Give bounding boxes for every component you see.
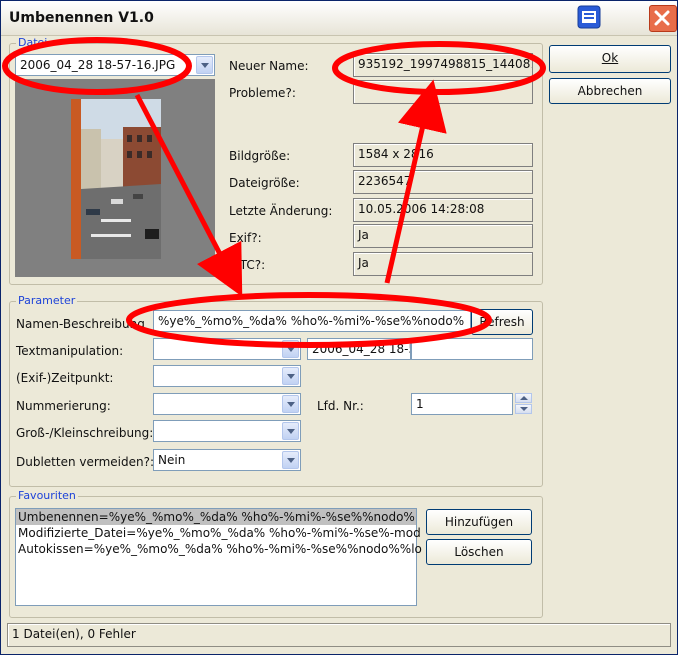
ok-button[interactable]: Ok [549,45,671,73]
zeitpunkt-select[interactable] [153,365,301,387]
file-select[interactable]: 2006_04_28 18-57-16.JPG [15,54,215,76]
bildgroesse-field: 1584 x 2816 [353,143,533,167]
textmanipulation-label: Textmanipulation: [16,344,124,358]
loeschen-button[interactable]: Löschen [426,539,532,565]
iptc-label: IPTC?: [229,258,266,272]
hinzufuegen-button[interactable]: Hinzufügen [426,509,532,535]
dubletten-value: Nein [158,453,186,467]
favourite-item[interactable]: Umbenennen=%ye%_%mo%_%da% %ho%-%mi%-%se%… [16,509,416,525]
spin-down-icon[interactable] [515,404,532,414]
gross-klein-select[interactable] [153,420,301,442]
neuer-name-field: 935192_1997498815_1440816 [353,53,533,77]
exif-field: Ja [353,224,533,248]
letzte-aenderung-label: Letzte Änderung: [229,204,333,218]
lfd-nr-spinner[interactable] [515,393,532,415]
dateigroesse-label: Dateigröße: [229,176,300,190]
namen-beschreibung-input[interactable]: %ye%_%mo%_%da% %ho%-%mi%-%se%%nodo% [153,310,471,332]
text-extra-field[interactable] [411,338,533,360]
zeitpunkt-label: (Exif-)Zeitpunkt: [16,371,114,385]
image-preview [71,99,161,259]
nummerierung-label: Nummerierung: [16,399,111,413]
dropdown-arrow-icon[interactable] [282,451,299,469]
dateigroesse-field: 2236547 [353,170,533,194]
refresh-button[interactable]: Refresh [471,309,533,335]
close-button[interactable] [649,5,677,32]
lfd-nr-label: Lfd. Nr.: [317,399,364,413]
dropdown-arrow-icon[interactable] [282,395,299,413]
abbrechen-button[interactable]: Abbrechen [549,78,671,104]
refresh-label: Refresh [479,315,525,329]
bildgroesse-label: Bildgröße: [229,149,291,163]
textmanipulation-select[interactable] [153,338,301,360]
dubletten-select[interactable]: Nein [153,449,301,471]
window-title: Umbenennen V1.0 [9,10,154,26]
namen-beschreibung-label: Namen-Beschreibung [16,317,145,331]
loeschen-label: Löschen [454,545,504,559]
dropdown-arrow-icon[interactable] [196,56,213,74]
iptc-field: Ja [353,252,533,276]
exif-label: Exif?: [229,231,262,245]
dropdown-arrow-icon[interactable] [282,422,299,440]
abbrechen-label: Abbrechen [577,84,643,98]
lfd-nr-input[interactable]: 1 [411,393,513,415]
favouriten-list[interactable]: Umbenennen=%ye%_%mo%_%da% %ho%-%mi%-%se%… [15,508,422,606]
favouriten-legend: Favouriten [16,489,78,502]
file-select-value: 2006_04_28 18-57-16.JPG [20,58,176,72]
title-bar: Umbenennen V1.0 [1,1,677,36]
favourite-item[interactable]: Modifizierte_Datei=%ye%_%mo%_%da% %ho%-%… [16,525,421,541]
text-preview-field[interactable]: 2006_04_28 18-5 [307,338,411,360]
parameter-legend: Parameter [16,294,78,307]
close-icon [654,10,670,26]
main-window: Umbenennen V1.0 Datei 2006_04_28 18-57-1… [0,0,678,655]
help-icon[interactable] [577,5,601,29]
probleme-label: Probleme?: [229,86,296,100]
favourite-item[interactable]: Autokissen=%ye%_%mo%_%da% %ho%-%mi%-%se%… [16,541,422,557]
neuer-name-label: Neuer Name: [229,59,309,73]
datei-legend: Datei [16,36,50,49]
probleme-field [353,80,533,104]
dropdown-arrow-icon[interactable] [282,367,299,385]
hinzufuegen-label: Hinzufügen [444,515,514,529]
status-bar: 1 Datei(en), 0 Fehler [7,623,671,647]
letzte-aenderung-field: 10.05.2006 14:28:08 [353,198,533,222]
dubletten-label: Dubletten vermeiden?: [16,455,155,469]
gross-klein-label: Groß-/Kleinschreibung: [16,426,154,440]
spin-up-icon[interactable] [515,393,532,403]
dropdown-arrow-icon[interactable] [282,340,299,358]
ok-label: Ok [601,51,619,65]
nummerierung-select[interactable] [153,393,301,415]
